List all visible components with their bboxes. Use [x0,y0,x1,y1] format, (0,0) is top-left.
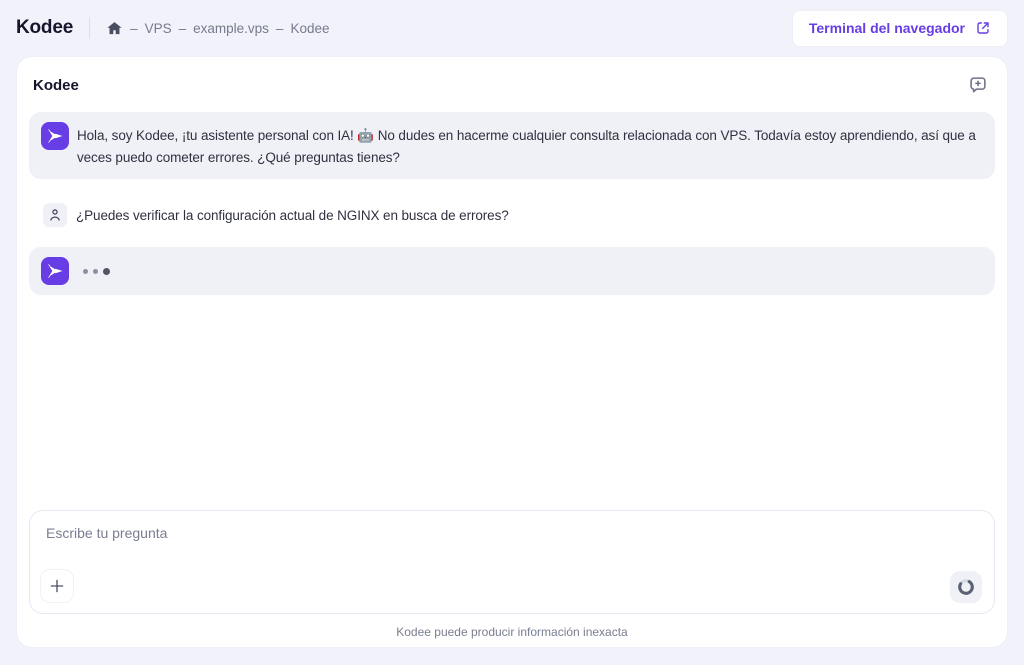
breadcrumb-separator: – [276,21,284,36]
kodee-logo-icon [45,126,65,146]
breadcrumb: – VPS – example.vps – Kodee [106,20,329,37]
typing-dot [103,268,110,275]
message-list: Hola, soy Kodee, ¡tu asistente personal … [17,110,1007,502]
page-title: Kodee [16,17,73,39]
typing-dot [93,269,98,274]
breadcrumb-item-vps[interactable]: VPS [145,21,172,36]
top-header: Kodee – VPS – example.vps – Kodee Termin… [0,0,1024,56]
disclaimer-text: Kodee puede producir información inexact… [17,614,1007,647]
breadcrumb-item-server[interactable]: example.vps [193,21,269,36]
home-icon[interactable] [106,20,123,37]
kodee-logo-icon [45,261,65,281]
plus-icon [48,577,66,595]
assistant-typing-message [29,247,995,295]
kodee-avatar [41,257,69,285]
assistant-message-text: Hola, soy Kodee, ¡tu asistente personal … [77,125,979,169]
browser-terminal-button[interactable]: Terminal del navegador [792,10,1008,47]
chat-panel-title: Kodee [33,77,79,94]
new-chat-icon [967,84,989,99]
chat-panel-header: Kodee [17,57,1007,110]
breadcrumb-item-current: Kodee [290,21,329,36]
user-message-text: ¿Puedes verificar la configuración actua… [76,208,509,223]
user-message: ¿Puedes verificar la configuración actua… [29,203,995,227]
assistant-message: Hola, soy Kodee, ¡tu asistente personal … [29,112,995,179]
spinner-icon [957,578,975,596]
typing-indicator [83,257,110,285]
breadcrumb-separator: – [130,21,138,36]
external-link-icon [975,20,991,36]
person-icon [47,207,63,223]
breadcrumb-separator: – [179,21,187,36]
header-divider [89,17,90,39]
attach-button[interactable] [40,569,74,603]
kodee-chat-panel: Kodee Ho [16,56,1008,648]
question-input[interactable] [30,511,994,569]
send-button-loading[interactable] [950,571,982,603]
typing-dot [83,269,88,274]
message-composer [29,510,995,614]
browser-terminal-button-label: Terminal del navegador [809,20,965,36]
kodee-avatar [41,122,69,150]
user-avatar [43,203,67,227]
new-chat-button[interactable] [965,72,991,98]
